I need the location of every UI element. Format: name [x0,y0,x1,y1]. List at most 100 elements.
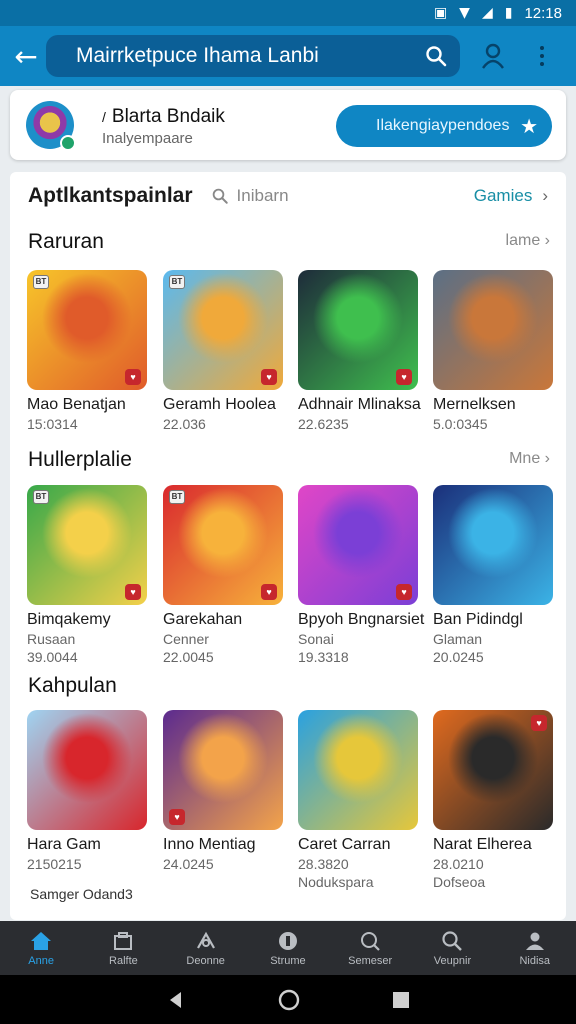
nav-item-ralfte[interactable]: Ralfte [82,921,164,975]
bottom-navigation: Anne Ralfte Deonne Strume Semeser Veupni… [0,921,576,975]
chat-icon [361,931,380,951]
online-status-icon [60,135,76,151]
rating-badge: BT [33,275,49,289]
nav-item-home[interactable]: Anne [0,921,82,975]
app-developer: Glaman [433,631,483,647]
nav-item-nidisa[interactable]: Nidisa [494,921,576,975]
system-home-icon[interactable] [277,988,301,1012]
tools-icon [196,931,215,949]
app-card[interactable]: Caret Carran 28.3820 Nodukspara [298,710,418,890]
section-more-link[interactable]: Mne › [509,450,550,468]
nav-item-deonne[interactable]: Deonne [165,921,247,975]
app-name: Adhnair Mlinaksa [298,396,421,413]
app-meta: 15:0314 [27,416,78,432]
wifi-icon: ▼ [459,5,470,21]
system-navigation [0,975,576,1024]
app-meta: 22.0045 [163,649,214,665]
user-icon [525,932,544,950]
app-icon-tile[interactable]: ♥ [163,710,283,830]
games-link-label: Gamies [473,186,533,205]
main-content: Aptlkantspainlar Inibarn Gamies › Raruran… [10,172,566,920]
app-icon-tile[interactable]: BT ♥ [27,270,147,390]
home-icon [31,931,52,950]
app-icon-tile[interactable] [27,710,147,830]
app-name: Mao Benatjan [27,396,126,413]
app-card[interactable]: Hara Gam 2150215 [27,710,147,872]
app-card[interactable]: BT ♥ Geramh Hoolea 22.036 [163,270,283,432]
star-icon: ★ [520,114,538,138]
nav-label: Anne [28,954,54,967]
app-bar-title: Mairrketpuce Ihama Lanbi [76,44,319,67]
favorite-icon[interactable]: ♥ [396,369,412,385]
favorite-icon[interactable]: ♥ [531,715,547,731]
rating-badge: BT [33,490,49,504]
app-developer: Sonai [298,631,334,647]
app-meta: 2150215 [27,856,82,872]
nav-item-semeser[interactable]: Semeser [329,921,411,975]
avatar[interactable] [26,101,76,151]
profile-action-label: Ilakengiaypendoes [376,117,510,134]
rating-badge: BT [169,275,185,289]
app-icon-tile[interactable]: BT ♥ [163,485,283,605]
app-card[interactable]: BT ♥ Garekahan Cenner 22.0045 [163,485,283,665]
app-card[interactable]: BT ♥ Mao Benatjan 15:0314 [27,270,147,432]
app-card[interactable]: Ban Pidindgl Glaman 20.0245 [433,485,553,665]
system-recents-icon[interactable] [391,990,411,1010]
app-developer: Cenner [163,631,209,647]
app-card[interactable]: BT ♥ Bimqakemy Rusaan 39.0044 [27,485,147,665]
app-icon-tile[interactable] [433,270,553,390]
more-options-icon[interactable] [532,40,552,72]
app-icon-tile[interactable] [298,710,418,830]
app-icon-tile[interactable]: BT ♥ [163,270,283,390]
nav-label: Veupnir [433,954,472,967]
app-icon-tile[interactable]: ♥ [298,485,418,605]
notification-icon: ▣ [433,5,448,21]
app-name: Inno Mentiag [163,836,256,853]
section-title: Raruran [28,230,104,253]
account-icon[interactable] [478,41,508,71]
nav-item-veupnir[interactable]: Veupnir [411,921,493,975]
profile-subtitle: Inalyempaare [102,130,193,147]
app-icon-tile[interactable]: BT ♥ [27,485,147,605]
favorite-icon[interactable]: ♥ [169,809,185,825]
app-meta: 28.3820 [298,856,349,872]
nav-label: Deonne [186,954,225,967]
app-card[interactable]: ♥ Bpyoh Bngnarsiet Sonai 19.3318 [298,485,424,665]
briefcase-icon [114,931,133,950]
favorite-icon[interactable]: ♥ [125,369,141,385]
profile-action-button[interactable]: Ilakengiaypendoes ★ [336,105,552,147]
search-bar[interactable]: Mairrketpuce Ihama Lanbi [46,35,460,77]
battery-icon: ▮ [504,5,513,21]
app-name: Garekahan [163,611,243,628]
favorite-icon[interactable]: ♥ [125,584,141,600]
app-name: Geramh Hoolea [163,396,276,413]
app-card[interactable]: ♥ Narat Elherea 28.0210 Dofseoa [433,710,553,890]
chevron-right-icon: › [542,186,548,205]
games-link[interactable]: Gamies › [474,186,548,206]
favorite-icon[interactable]: ♥ [396,584,412,600]
back-arrow-icon[interactable]: ← [0,26,52,86]
app-meta: 19.3318 [298,649,349,665]
signal-icon: ◢ [481,5,493,21]
search-icon [212,188,228,204]
app-developer: Rusaan [27,631,76,647]
inline-search[interactable]: Inibarn [211,186,289,206]
nav-item-strume[interactable]: Strume [247,921,329,975]
app-icon-tile[interactable]: ♥ [433,710,553,830]
app-icon-tile[interactable] [433,485,553,605]
search-icon[interactable] [424,44,448,68]
section-more-link[interactable]: lame › [506,232,550,250]
nav-label: Ralfte [109,954,138,967]
app-card[interactable]: Mernelksen 5.0:0345 [433,270,553,432]
favorite-icon[interactable]: ♥ [261,584,277,600]
app-card[interactable]: ♥ Adhnair Mlinaksa 22.6235 [298,270,421,432]
category-label[interactable]: Aptlkantspainlar [28,184,193,208]
app-meta: 24.0245 [163,856,214,872]
profile-card: Blarta Bndaik Inalyempaare Ilakengiaypen… [10,90,566,160]
app-icon-tile[interactable]: ♥ [298,270,418,390]
section-more-label: lame [505,232,541,249]
app-name: Hara Gam [27,836,101,853]
system-back-icon[interactable] [165,989,187,1011]
favorite-icon[interactable]: ♥ [261,369,277,385]
app-card[interactable]: ♥ Inno Mentiag 24.0245 [163,710,283,872]
